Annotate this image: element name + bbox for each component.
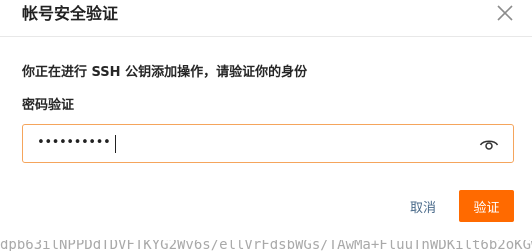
eye-icon[interactable] [479,137,499,153]
cancel-button[interactable]: 取消 [398,190,448,222]
password-field[interactable]: •••••••••• [22,124,514,163]
password-label: 密码验证 [22,98,75,113]
verification-prompt: 你正在进行 SSH 公钥添加操作，请验证你的身份 [22,65,308,80]
security-verification-dialog: 帐号安全验证 你正在进行 SSH 公钥添加操作，请验证你的身份 密码验证 •••… [0,0,532,240]
verify-button[interactable]: 验证 [459,190,514,222]
close-icon[interactable] [496,4,514,22]
dialog-header: 帐号安全验证 [0,0,532,37]
text-caret [115,135,116,153]
dialog-title: 帐号安全验证 [22,4,119,23]
password-input[interactable]: •••••••••• [37,135,457,153]
